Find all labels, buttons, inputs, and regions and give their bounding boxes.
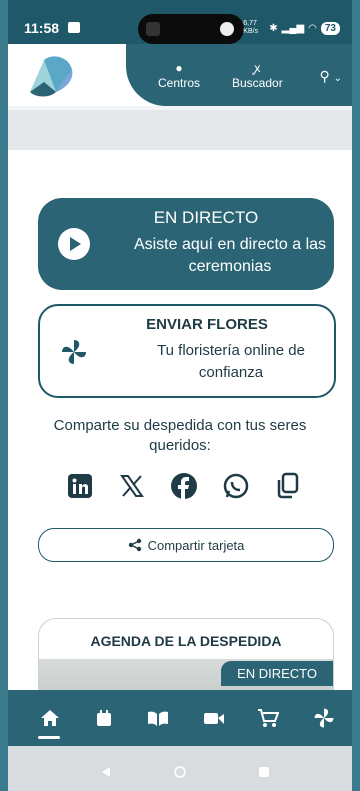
- play-icon: [58, 228, 90, 260]
- live-title: EN DIRECTO: [153, 208, 259, 227]
- notification-icon: [68, 22, 80, 33]
- home-icon[interactable]: [38, 706, 62, 730]
- battery-indicator: 73: [320, 21, 340, 35]
- recents-icon[interactable]: [258, 766, 270, 778]
- dynamic-island: [138, 14, 244, 44]
- status-time: 11:58: [24, 20, 60, 36]
- app-frame: 11:58 6,77 KB/s ✱ ▂▄▆ ◠ 73 ● Centros ꭙ B…: [8, 0, 352, 791]
- status-right: 6,77 KB/s ✱ ▂▄▆ ◠ 73: [243, 20, 340, 36]
- main-content: EN DIRECTO Asiste aquí en directo a las …: [8, 150, 352, 710]
- back-icon[interactable]: [100, 766, 112, 778]
- share-icons: [64, 468, 304, 504]
- user-menu[interactable]: ⚲ ⌄: [319, 68, 342, 85]
- share-prompt: Comparte su despedida con tus seres quer…: [53, 417, 307, 454]
- logo[interactable]: [22, 52, 78, 100]
- ribbon-icon: ꭙ: [254, 61, 261, 75]
- calendar-icon[interactable]: [92, 706, 116, 730]
- network-speed: 6,77 KB/s: [243, 20, 259, 35]
- nav-centros-label: Centros: [158, 76, 201, 90]
- book-icon[interactable]: [146, 706, 170, 730]
- header-strip: [8, 110, 352, 150]
- flowers-description: Tu floristería online de confianza: [157, 342, 305, 381]
- copy-icon[interactable]: [272, 470, 304, 502]
- home-circle-icon[interactable]: [174, 766, 186, 778]
- cart-icon[interactable]: [256, 706, 280, 730]
- live-description: Asiste aquí en directo a las ceremonias: [133, 236, 327, 275]
- active-indicator: [38, 736, 60, 739]
- send-flowers-button[interactable]: ENVIAR FLORES Tu floristería online de c…: [38, 304, 336, 398]
- flowers-title: ENVIAR FLORES: [146, 316, 268, 333]
- linkedin-icon[interactable]: [64, 470, 96, 502]
- chevron-down-icon: ⌄: [333, 73, 342, 84]
- whatsapp-icon[interactable]: [220, 470, 252, 502]
- bluetooth-icon: ✱: [269, 22, 278, 34]
- video-icon[interactable]: [202, 706, 226, 730]
- pinwheel-nav-icon[interactable]: [312, 706, 336, 730]
- system-nav: [8, 746, 352, 791]
- user-icon: ⚲: [319, 68, 330, 84]
- agenda-title: AGENDA DE LA DESPEDIDA: [90, 633, 282, 649]
- app-thumb-icon: [146, 22, 160, 36]
- pinwheel-icon: [62, 340, 86, 364]
- x-icon[interactable]: [116, 470, 148, 502]
- signal-icon: ▂▄▆: [281, 22, 305, 34]
- live-badge: EN DIRECTO: [221, 661, 333, 686]
- media-icon: [220, 22, 234, 36]
- nav-buscador-label: Buscador: [232, 76, 283, 90]
- wifi-icon: ◠: [308, 22, 317, 34]
- share-icon: [128, 538, 141, 552]
- live-button[interactable]: EN DIRECTO Asiste aquí en directo a las …: [38, 198, 334, 290]
- nav-buscador[interactable]: ꭙ Buscador: [232, 62, 283, 90]
- share-card-label: Compartir tarjeta: [147, 537, 245, 553]
- facebook-icon[interactable]: [168, 470, 200, 502]
- share-card-button[interactable]: Compartir tarjeta: [38, 528, 334, 562]
- bottom-nav: [8, 690, 352, 746]
- app-header: ● Centros ꭙ Buscador ⚲ ⌄: [8, 44, 352, 106]
- nav-centros[interactable]: ● Centros: [158, 62, 200, 90]
- location-pin-icon: ●: [175, 61, 183, 75]
